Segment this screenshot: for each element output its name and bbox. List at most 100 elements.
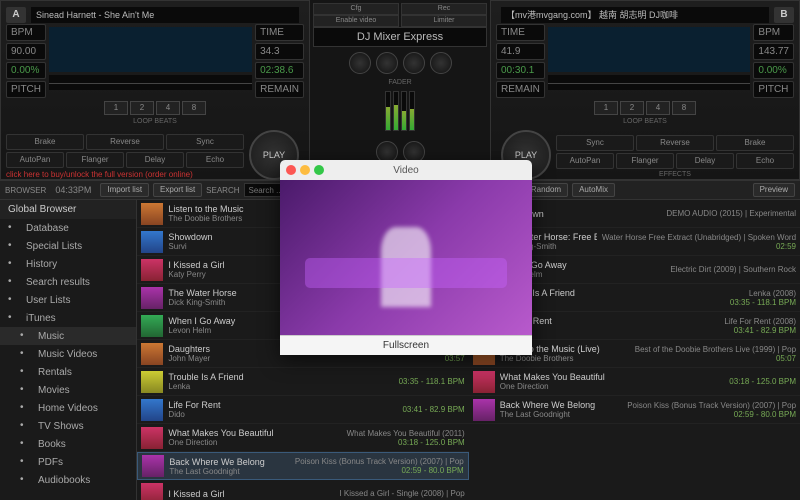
automix-button[interactable]: AutoMix — [572, 183, 615, 197]
deck-a-track-title: Sinead Harnett - She Ain't Me — [31, 7, 299, 23]
eq-knob[interactable] — [430, 52, 452, 74]
flanger-button[interactable]: Flanger — [66, 152, 124, 168]
tv-icon: • — [20, 420, 32, 432]
deck-a-remain: 02:38.6 — [255, 62, 304, 79]
deck-a-time: 34.3 — [255, 43, 304, 60]
album-art — [141, 315, 163, 337]
delay-button[interactable]: Delay — [126, 152, 184, 168]
sidebar-item-itunes[interactable]: •iTunes — [0, 309, 136, 327]
deck-a-waveform[interactable] — [49, 27, 252, 72]
track-row[interactable]: Trouble Is A FriendLenka03:35 - 118.1 BP… — [137, 368, 468, 396]
unlock-link[interactable]: click here to buy/unlock the full versio… — [6, 170, 244, 179]
deck-b-loop-beats: 1 2 4 8 — [496, 101, 794, 115]
disc-icon: • — [20, 366, 32, 378]
sidebar-item-special-lists[interactable]: •Special Lists — [0, 237, 136, 255]
brake-button[interactable]: Brake — [6, 134, 84, 150]
album-art — [141, 231, 163, 253]
pitch-label: PITCH — [6, 81, 46, 98]
deck-b-waveform[interactable] — [548, 27, 751, 72]
track-row[interactable]: Back Where We BelongThe Last GoodnightPo… — [137, 452, 468, 480]
loop-2[interactable]: 2 — [130, 101, 154, 115]
video-icon: • — [20, 348, 32, 360]
minimize-icon[interactable] — [300, 165, 310, 175]
loop-1[interactable]: 1 — [104, 101, 128, 115]
deck-a-pitch: 0.00% — [6, 62, 46, 79]
deck-a-overview[interactable] — [49, 75, 252, 90]
track-row[interactable]: What Makes You BeautifulOne Direction03:… — [469, 368, 800, 396]
export-list-button[interactable]: Export list — [153, 183, 202, 197]
vu-meter — [393, 91, 399, 131]
book-icon: • — [20, 438, 32, 450]
sidebar-item-audiobooks[interactable]: •Audiobooks — [0, 471, 136, 489]
deck-b-bpm: 143.77 — [753, 43, 794, 60]
deck-a: A Sinead Harnett - She Ain't Me BPM 90.0… — [0, 0, 310, 180]
sidebar-item-tv-shows[interactable]: •TV Shows — [0, 417, 136, 435]
maximize-icon[interactable] — [314, 165, 324, 175]
sidebar-item-books[interactable]: •Books — [0, 435, 136, 453]
eq-knob[interactable] — [376, 52, 398, 74]
limiter-button[interactable]: Limiter — [401, 15, 487, 27]
loop-4[interactable]: 4 — [156, 101, 180, 115]
deck-b-overview[interactable] — [548, 75, 751, 90]
vu-meter — [409, 91, 415, 131]
film-icon: • — [20, 384, 32, 396]
sidebar-item-rentals[interactable]: •Rentals — [0, 363, 136, 381]
video-window[interactable]: Video Fullscreen — [280, 160, 532, 355]
sidebar-item-music-videos[interactable]: •Music Videos — [0, 345, 136, 363]
album-art — [141, 371, 163, 393]
import-list-button[interactable]: Import list — [100, 183, 149, 197]
eq-knob[interactable] — [403, 52, 425, 74]
deck-b-label: B — [774, 7, 794, 23]
sidebar-item-home-videos[interactable]: •Home Videos — [0, 399, 136, 417]
fullscreen-button[interactable]: Fullscreen — [280, 335, 532, 355]
sidebar-item-search-results[interactable]: •Search results — [0, 273, 136, 291]
sidebar-item-user-lists[interactable]: •User Lists — [0, 291, 136, 309]
sidebar-title: Global Browser — [0, 200, 136, 219]
bpm-label: BPM — [6, 24, 46, 41]
video-content[interactable] — [280, 180, 532, 335]
track-row[interactable]: I Kissed a GirlI Kissed a Girl - Single … — [137, 480, 468, 500]
preview-button[interactable]: Preview — [753, 183, 795, 197]
reverse-button[interactable]: Reverse — [636, 135, 714, 151]
reverse-button[interactable]: Reverse — [86, 134, 164, 150]
db-icon: • — [8, 222, 20, 234]
autopan-button[interactable]: AutoPan — [6, 152, 64, 168]
cfg-button[interactable]: Cfg — [313, 3, 399, 15]
enable-video-button[interactable]: Enable video — [313, 15, 399, 27]
sync-button[interactable]: Sync — [166, 134, 244, 150]
eq-knob[interactable] — [349, 52, 371, 74]
time-label: TIME — [255, 24, 304, 41]
track-row[interactable]: Life For RentDido03:41 - 82.9 BPM — [137, 396, 468, 424]
deck-b-track-title: 【mv港mvgang.com】 越南 胡志明 DJ咖啡 — [501, 7, 769, 23]
sidebar-item-movies[interactable]: •Movies — [0, 381, 136, 399]
loop-8[interactable]: 8 — [182, 101, 206, 115]
center-panel: Cfg Rec Enable video Limiter DJ Mixer Ex… — [310, 0, 490, 180]
rec-button[interactable]: Rec — [401, 3, 487, 15]
deck-b-time: 41.9 — [496, 43, 545, 60]
sidebar-item-pdfs[interactable]: •PDFs — [0, 453, 136, 471]
list-icon: • — [8, 294, 20, 306]
album-art — [141, 259, 163, 281]
sidebar-item-database[interactable]: •Database — [0, 219, 136, 237]
track-row[interactable]: What Makes You BeautifulOne DirectionWha… — [137, 424, 468, 452]
deck-a-loop-beats: 1 2 4 8 — [6, 101, 304, 115]
album-art — [141, 203, 163, 225]
sidebar-item-music[interactable]: •Music — [0, 327, 136, 345]
vu-meter — [401, 91, 407, 131]
home-icon: • — [20, 402, 32, 414]
sync-button[interactable]: Sync — [556, 135, 634, 151]
close-icon[interactable] — [286, 165, 296, 175]
music-icon: • — [8, 312, 20, 324]
video-titlebar[interactable]: Video — [280, 160, 532, 180]
doc-icon: • — [20, 456, 32, 468]
clock-icon: • — [8, 258, 20, 270]
brake-button[interactable]: Brake — [716, 135, 794, 151]
video-title: Video — [393, 165, 418, 176]
album-art — [141, 483, 163, 500]
sidebar-item-history[interactable]: •History — [0, 255, 136, 273]
album-art — [142, 455, 164, 477]
album-art — [141, 343, 163, 365]
echo-button[interactable]: Echo — [186, 152, 244, 168]
track-row[interactable]: Back Where We BelongThe Last GoodnightPo… — [469, 396, 800, 424]
deck-a-bpm: 90.00 — [6, 43, 46, 60]
